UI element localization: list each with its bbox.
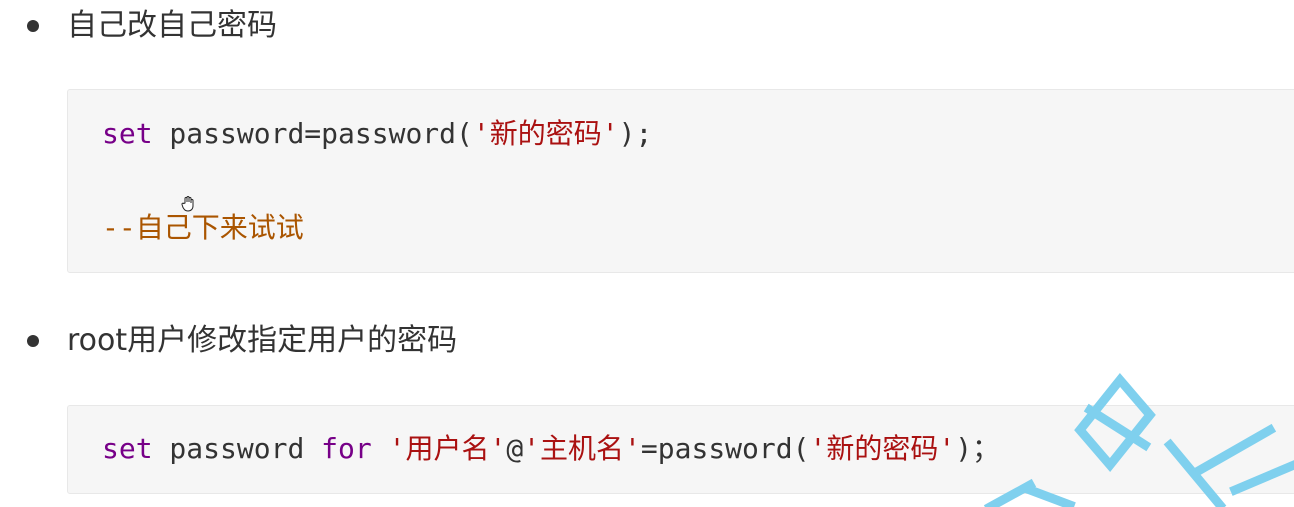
code-text: =password( [640, 432, 810, 465]
code-string: '新的密码' [472, 117, 619, 150]
code-keyword: set [102, 117, 153, 150]
code-line: set password for '用户名'@'主机名'=password('新… [102, 429, 1000, 469]
code-keyword: set [102, 432, 153, 465]
list-item-heading: root用户修改指定用户的密码 [67, 323, 458, 358]
code-comment: --自己下来试试 [102, 211, 304, 244]
hand-cursor-icon [181, 196, 194, 212]
code-keyword: for [321, 432, 372, 465]
code-text: password [152, 432, 322, 465]
watermark-logo-icon [983, 372, 1294, 507]
code-line: --自己下来试试 [102, 208, 304, 248]
code-string: '新的密码' [809, 432, 956, 465]
code-string: '用户名' [388, 432, 507, 465]
bullet-icon [27, 335, 39, 347]
code-string: '主机名' [523, 432, 641, 465]
code-line: set password=password('新的密码'); [102, 114, 652, 154]
code-text: ); [618, 117, 653, 150]
bullet-icon [27, 20, 39, 32]
code-block-self-change: set password=password('新的密码'); --自己下来试试 [67, 89, 1294, 273]
list-item-heading: 自己改自己密码 [67, 8, 277, 43]
code-text: password=password( [152, 117, 473, 150]
code-text: @ [506, 432, 524, 465]
